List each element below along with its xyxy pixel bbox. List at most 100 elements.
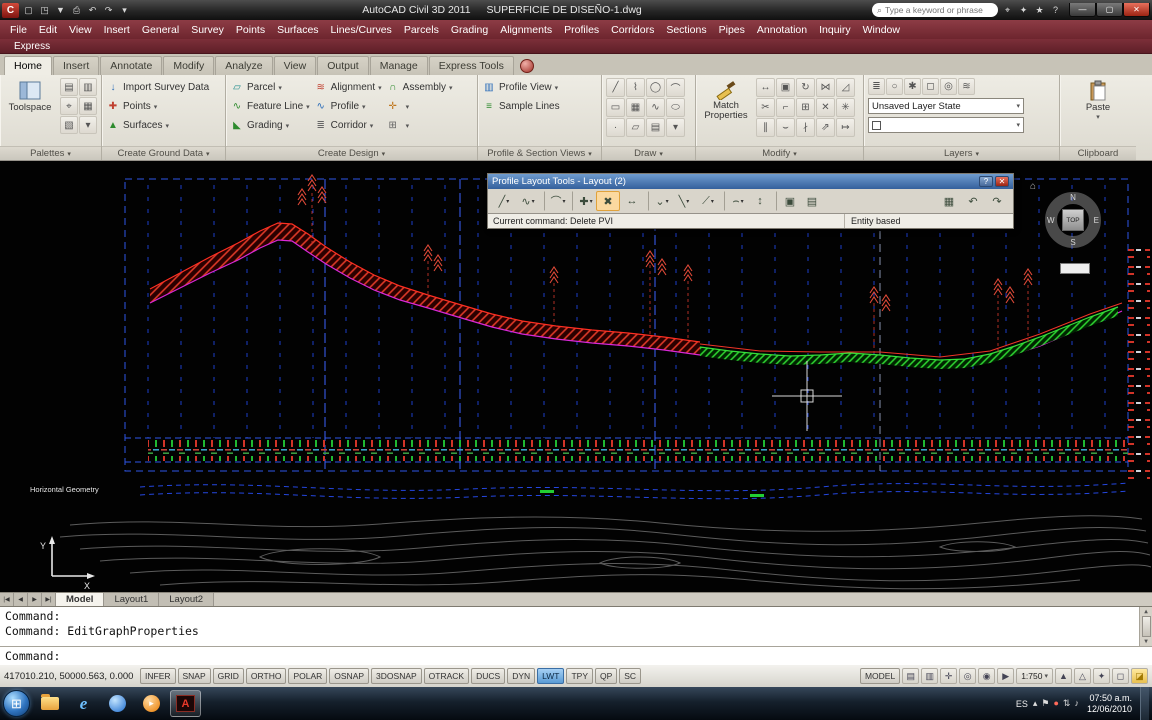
import-survey-data-button[interactable]: ↓ Import Survey Data: [106, 78, 212, 97]
insert-pvi-button[interactable]: ✚: [572, 191, 596, 211]
sample-lines-button[interactable]: ≡ Sample Lines: [482, 97, 563, 116]
status-toggle[interactable]: POLAR: [288, 668, 328, 684]
sheet-set-manager-icon[interactable]: ▧: [60, 116, 78, 134]
ribbon-overflow-icon[interactable]: [519, 59, 534, 73]
arc-icon[interactable]: ⌒: [666, 78, 685, 97]
panel-label-palettes[interactable]: Palettes: [0, 146, 101, 160]
quick-view-drawings-icon[interactable]: ▥: [921, 668, 939, 684]
viewcube[interactable]: ⌂ TOP N S W E: [1030, 181, 1108, 255]
polyline-icon[interactable]: ⌇: [626, 78, 645, 97]
menu-item[interactable]: Inquiry: [813, 20, 857, 39]
layer-state-dropdown[interactable]: Unsaved Layer State ▾: [868, 98, 1024, 114]
status-toggle[interactable]: OSNAP: [329, 668, 370, 684]
mirror-icon[interactable]: ⋈: [816, 78, 835, 97]
network-icon[interactable]: ⇅: [1063, 698, 1071, 709]
menu-item[interactable]: Corridors: [605, 20, 660, 39]
language-indicator[interactable]: ES: [1016, 699, 1028, 709]
tool-palettes-icon[interactable]: ▦: [79, 97, 97, 115]
annotation-scale[interactable]: 1:750 ▾: [1016, 668, 1053, 684]
menu-item[interactable]: Survey: [185, 20, 230, 39]
annotation-visibility-icon[interactable]: △: [1074, 668, 1091, 684]
layout-nav-button[interactable]: |◀: [0, 593, 14, 606]
menu-item[interactable]: View: [63, 20, 98, 39]
maximize-button[interactable]: ▢: [1096, 2, 1123, 17]
panel-label-layers[interactable]: Layers: [864, 146, 1059, 160]
assembly-button[interactable]: ∩ Assembly ▾: [386, 78, 452, 97]
status-toggle[interactable]: INFER: [140, 668, 176, 684]
status-toggle[interactable]: TPY: [566, 668, 593, 684]
float-tangent-button[interactable]: ⟋: [696, 191, 720, 211]
rotate-icon[interactable]: ↻: [796, 78, 815, 97]
layer-properties-icon[interactable]: ≣: [868, 78, 885, 95]
viewcube-top-face[interactable]: TOP: [1062, 209, 1084, 231]
qat-new-icon[interactable]: ▢: [21, 3, 36, 18]
copy-icon[interactable]: ▣: [776, 78, 795, 97]
scroll-down-icon[interactable]: ▼: [1144, 638, 1148, 645]
layout-nav-button[interactable]: ▶|: [42, 593, 56, 606]
rectangle-icon[interactable]: ▭: [606, 98, 625, 117]
menu-item[interactable]: Alignments: [494, 20, 558, 39]
status-toggle[interactable]: QP: [594, 668, 618, 684]
folder-icon[interactable]: [34, 690, 65, 717]
menu-item[interactable]: Lines/Curves: [325, 20, 398, 39]
panorama-palette-icon[interactable]: ▥: [79, 78, 97, 96]
menu-item[interactable]: Parcels: [398, 20, 445, 39]
toolbar-close-button[interactable]: ✕: [995, 176, 1009, 187]
qat-save-icon[interactable]: ▼: [53, 3, 68, 18]
profile-layout-tools-toolbar[interactable]: Profile Layout Tools - Layout (2) ?✕ ╱∿⌒…: [487, 173, 1014, 229]
spline-icon[interactable]: ∿: [646, 98, 665, 117]
curve-settings-button[interactable]: ⌒: [544, 191, 568, 211]
command-input[interactable]: Command:: [0, 647, 1152, 664]
free-vertical-curve-button[interactable]: ⌢: [724, 191, 748, 211]
menu-item[interactable]: Surfaces: [271, 20, 324, 39]
offset-icon[interactable]: ∥: [756, 118, 775, 137]
menu-item[interactable]: Edit: [33, 20, 63, 39]
menu-item[interactable]: Annotation: [751, 20, 813, 39]
hatch-icon[interactable]: ▦: [626, 98, 645, 117]
app-logo-icon[interactable]: C: [2, 2, 19, 18]
lengthen-icon[interactable]: ↦: [836, 118, 855, 137]
parcel-button[interactable]: ▱ Parcel ▾: [230, 78, 310, 97]
qat-open-icon[interactable]: ◳: [37, 3, 52, 18]
draw-tangents-button[interactable]: ╱: [492, 191, 516, 211]
communication-center-icon[interactable]: ✦: [1016, 3, 1031, 18]
ribbon-tab[interactable]: Manage: [369, 56, 428, 75]
autocad-icon[interactable]: A: [170, 690, 201, 717]
more-draw-icon[interactable]: ▾: [666, 118, 685, 137]
toolbar-lock-icon[interactable]: ◻: [1112, 668, 1129, 684]
match-properties-button[interactable]: Match Properties: [700, 78, 752, 121]
menu-item[interactable]: Sections: [660, 20, 712, 39]
layer-isolate-icon[interactable]: ◎: [940, 78, 957, 95]
layout-nav-button[interactable]: ◀: [14, 593, 28, 606]
help-icon[interactable]: ?: [1048, 3, 1063, 18]
command-history[interactable]: Command: Command: EditGraphProperties: [0, 607, 1152, 647]
search-input[interactable]: [885, 5, 993, 15]
ribbon-tab[interactable]: Modify: [163, 56, 215, 75]
undo-button[interactable]: ↶: [961, 191, 985, 211]
pvi-table-button[interactable]: ▤: [800, 191, 824, 211]
status-toggle[interactable]: GRID: [212, 668, 244, 684]
raise-lower-pvi-button[interactable]: ↕: [748, 191, 772, 211]
viewcube-east[interactable]: E: [1094, 216, 1099, 225]
action-center-icon[interactable]: ⚑: [1041, 698, 1049, 709]
start-button[interactable]: ⊞: [3, 690, 30, 717]
browser-icon[interactable]: [102, 690, 133, 717]
menu-item[interactable]: Grading: [445, 20, 494, 39]
status-toggle[interactable]: LWT: [537, 668, 565, 684]
ribbon-tab[interactable]: Analyze: [215, 56, 273, 75]
toolspace-button[interactable]: Toolspace: [4, 78, 56, 113]
feature-line-button[interactable]: ∿ Feature Line ▾: [230, 97, 310, 116]
panel-label-clipboard[interactable]: Clipboard: [1060, 146, 1136, 160]
layout-tab[interactable]: Layout2: [159, 593, 215, 606]
qat-undo-icon[interactable]: ↶: [85, 3, 100, 18]
line-icon[interactable]: ╱: [606, 78, 625, 97]
trim-icon[interactable]: ✂: [756, 98, 775, 117]
menu-item[interactable]: Profiles: [558, 20, 605, 39]
show-desktop-button[interactable]: [1140, 687, 1149, 720]
region-icon[interactable]: ▱: [626, 118, 645, 137]
paste-button[interactable]: Paste ▾: [1072, 78, 1124, 121]
pan-icon[interactable]: ✛: [940, 668, 958, 684]
status-toggle[interactable]: DYN: [507, 668, 536, 684]
minimize-button[interactable]: —: [1069, 2, 1096, 17]
scroll-up-icon[interactable]: ▲: [1144, 608, 1148, 615]
